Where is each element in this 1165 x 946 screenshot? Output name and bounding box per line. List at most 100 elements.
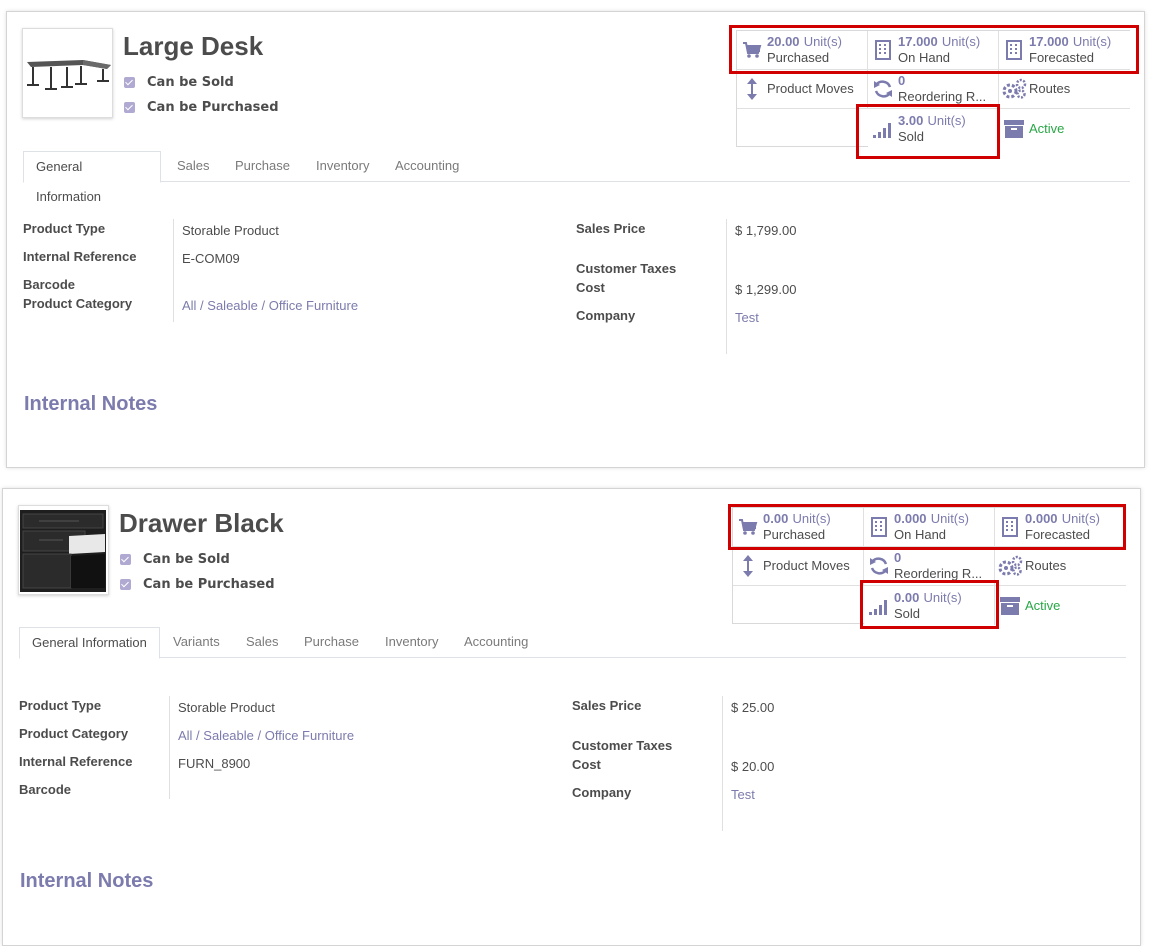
product-category-link[interactable]: All / Saleable / Office Furniture [178,728,354,743]
company-link[interactable]: Test [731,787,755,802]
tab-accounting[interactable]: Accounting [383,151,471,182]
product-form-drawer-black: Drawer Black Can be Sold Can be Purchase… [2,488,1141,946]
refresh-icon [868,79,898,99]
vertical-arrows-icon [737,78,767,100]
internal-reference-label: Internal Reference [23,249,137,264]
can-be-purchased-label: Can be Purchased [147,100,279,115]
building-icon [999,40,1029,60]
notebook-tabs: General Information Sales Purchase Inven… [23,151,1130,204]
on-hand-stat-button[interactable]: 0.000 Unit(s) On Hand [864,508,995,547]
product-type-value[interactable]: Storable Product [182,223,279,238]
purchased-label: Purchased [763,527,826,542]
can-be-purchased-checkbox[interactable] [120,579,131,590]
building-icon [864,517,894,537]
field-divider [722,696,723,831]
barcode-label: Barcode [19,782,72,797]
tab-inventory[interactable]: Inventory [373,627,450,658]
internal-notes-title: Internal Notes [24,393,158,415]
product-image[interactable] [22,28,113,118]
tab-purchase[interactable]: Purchase [292,627,371,658]
routes-label: Routes [1029,81,1071,96]
forecasted-unit: Unit(s) [1072,34,1112,49]
sold-unit: Unit(s) [927,112,966,128]
routes-button[interactable]: Routes [995,547,1126,586]
purchased-unit: Unit(s) [803,34,842,49]
product-moves-button[interactable]: Product Moves [737,70,868,109]
reordering-count: 0 [898,73,906,88]
on-hand-label: On Hand [898,50,951,65]
archive-icon [999,119,1029,139]
on-hand-value: 0.000 [894,511,927,526]
sales-price-label: Sales Price [576,221,646,236]
sales-price-label: Sales Price [572,698,642,713]
internal-reference-value[interactable]: FURN_8900 [178,756,250,771]
sold-unit: Unit(s) [923,589,962,605]
forecasted-label: Forecasted [1029,50,1095,65]
cost-label: Cost [572,757,601,772]
tab-general-information[interactable]: General Information [19,627,160,659]
product-moves-button[interactable]: Product Moves [733,547,864,586]
internal-reference-value[interactable]: E-COM09 [182,251,240,266]
can-be-purchased-label: Can be Purchased [143,577,275,592]
sales-price-value[interactable]: $ 25.00 [731,700,774,715]
product-type-label: Product Type [23,221,106,236]
product-moves-label: Product Moves [763,558,850,573]
product-name[interactable]: Large Desk [123,31,263,62]
cost-label: Cost [576,280,605,295]
customer-taxes-label: Customer Taxes [572,738,673,753]
gears-icon [995,555,1025,577]
can-be-sold-label: Can be Sold [143,552,230,567]
field-divider [173,219,174,322]
tab-purchase[interactable]: Purchase [223,151,302,182]
product-type-value[interactable]: Storable Product [178,700,275,715]
product-image[interactable] [18,505,109,595]
company-link[interactable]: Test [735,310,759,325]
sold-value: 0.00 [894,589,920,605]
product-name[interactable]: Drawer Black [119,508,284,539]
shopping-cart-icon [733,518,763,536]
forecasted-stat-button[interactable]: 17.000 Unit(s) Forecasted [999,31,1130,70]
cost-value[interactable]: $ 1,299.00 [735,282,796,297]
forecasted-stat-button[interactable]: 0.000 Unit(s) Forecasted [995,508,1126,547]
tab-general-information[interactable]: General Information [23,151,161,204]
can-be-sold-checkbox[interactable] [120,554,131,565]
routes-label: Routes [1025,558,1067,573]
notebook-tabs: General Information Variants Sales Purch… [19,627,1126,659]
product-category-link[interactable]: All / Saleable / Office Furniture [182,298,358,313]
archive-icon [995,596,1025,616]
sold-stat-button[interactable]: 3.00 Unit(s) Sold [868,109,999,148]
can-be-sold-checkbox[interactable] [124,77,135,88]
purchased-stat-button[interactable]: 0.00 Unit(s) Purchased [733,508,864,547]
tab-sales[interactable]: Sales [234,627,291,658]
reordering-rules-button[interactable]: 0 Reordering R... [864,547,995,586]
active-label: Active [1025,597,1061,613]
gears-icon [999,78,1029,100]
field-divider [726,219,727,354]
reordering-label: Reordering R... [894,566,983,581]
tab-accounting[interactable]: Accounting [452,627,540,658]
drawer-image-icon [20,510,106,592]
tab-sales[interactable]: Sales [165,151,222,182]
field-divider [169,696,170,799]
company-label: Company [576,308,636,323]
product-form-large-desk: Large Desk Can be Sold Can be Purchased … [6,11,1145,468]
tab-inventory[interactable]: Inventory [304,151,381,182]
forecasted-unit: Unit(s) [1061,511,1100,526]
active-label: Active [1029,120,1065,136]
active-toggle-button[interactable]: Active [995,586,1126,625]
signal-bars-icon [868,120,898,138]
cost-value[interactable]: $ 20.00 [731,759,774,774]
can-be-purchased-row: Can be Purchased [124,100,279,115]
reordering-rules-button[interactable]: 0 Reordering R... [868,70,999,109]
purchased-stat-button[interactable]: 20.00 Unit(s) Purchased [737,31,868,70]
active-toggle-button[interactable]: Active [999,109,1130,148]
stat-buttons: 0.00 Unit(s) Purchased 0.000 Unit(s) On Ha… [732,507,1126,625]
sold-stat-button[interactable]: 0.00 Unit(s) Sold [864,586,995,625]
routes-button[interactable]: Routes [999,70,1130,109]
can-be-purchased-checkbox[interactable] [124,102,135,113]
sales-price-value[interactable]: $ 1,799.00 [735,223,796,238]
on-hand-stat-button[interactable]: 17.000 Unit(s) On Hand [868,31,999,70]
product-moves-label: Product Moves [767,81,854,96]
tab-variants[interactable]: Variants [161,627,232,658]
on-hand-label: On Hand [894,527,947,542]
